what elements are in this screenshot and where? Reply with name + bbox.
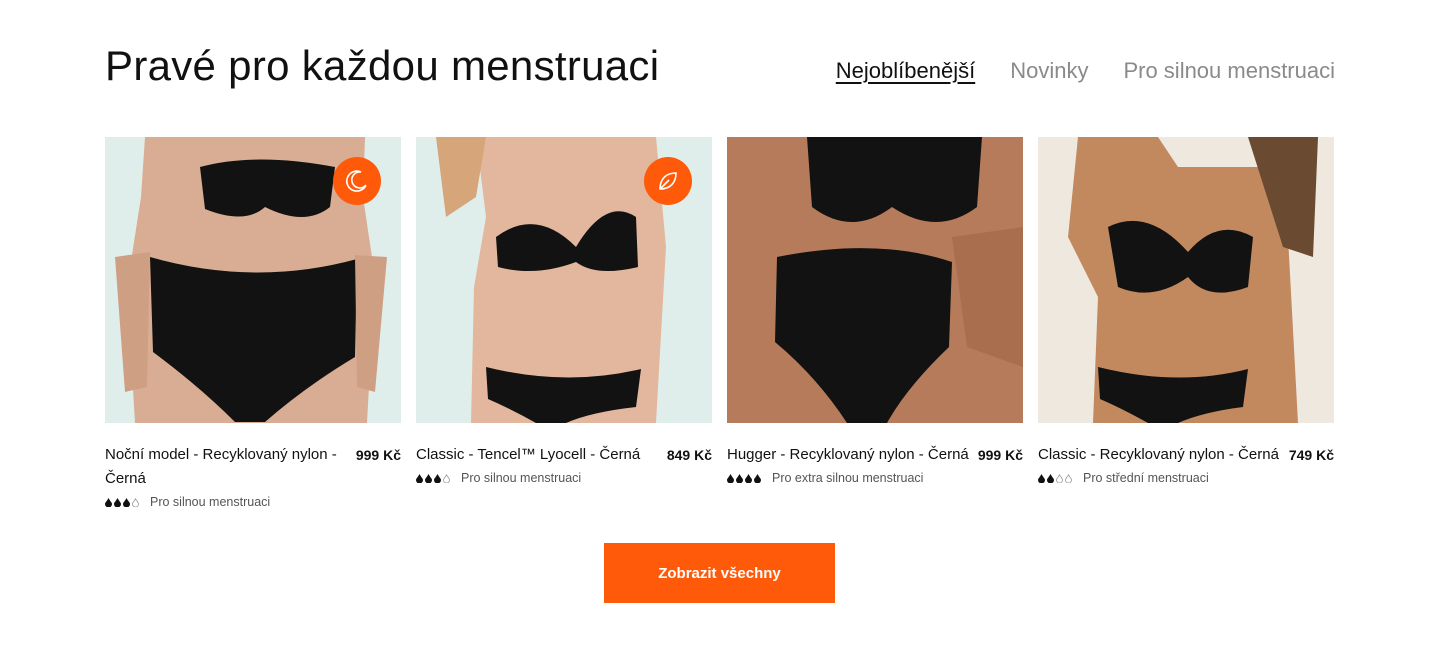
drop-empty-icon <box>132 497 139 507</box>
drop-filled-icon <box>123 497 130 507</box>
product-price: 999 Kč <box>977 447 1023 463</box>
drop-filled-icon <box>114 497 121 507</box>
drop-filled-icon <box>416 473 423 483</box>
product-card[interactable]: Classic - Recyklovaný nylon - Černá 749 … <box>1038 137 1334 509</box>
tab-novinky[interactable]: Novinky <box>1010 58 1088 84</box>
product-card[interactable]: Hugger - Recyklovaný nylon - Černá 999 K… <box>727 137 1023 509</box>
product-price: 849 Kč <box>666 447 712 463</box>
absorbency-drops <box>1038 473 1083 483</box>
absorbency-row: Pro extra silnou menstruaci <box>727 471 1023 485</box>
drop-filled-icon <box>736 473 743 483</box>
section-header: Pravé pro každou menstruaci Nejoblíbeněj… <box>105 40 1335 100</box>
product-grid: Noční model - Recyklovaný nylon - Černá … <box>105 137 1335 509</box>
leaf-icon <box>659 172 677 190</box>
absorbency-label: Pro silnou menstruaci <box>461 471 582 485</box>
product-price: 999 Kč <box>355 447 401 463</box>
absorbency-label: Pro střední menstruaci <box>1083 471 1209 485</box>
filter-tabs: Nejoblíbenější Novinky Pro silnou menstr… <box>836 58 1335 84</box>
product-image[interactable] <box>416 137 712 423</box>
tab-nejoblibenejsi[interactable]: Nejoblíbenější <box>836 58 975 84</box>
moon-icon <box>346 170 367 192</box>
product-name[interactable]: Noční model - Recyklovaný nylon - Černá <box>105 443 350 491</box>
product-price: 749 Kč <box>1288 447 1334 463</box>
absorbency-label: Pro silnou menstruaci <box>150 495 271 509</box>
absorbency-row: Pro silnou menstruaci <box>416 471 712 485</box>
section-title: Pravé pro každou menstruaci <box>105 42 660 89</box>
absorbency-drops <box>105 497 150 507</box>
absorbency-label: Pro extra silnou menstruaci <box>772 471 924 485</box>
drop-filled-icon <box>745 473 752 483</box>
night-badge <box>333 157 381 205</box>
absorbency-row: Pro silnou menstruaci <box>105 495 401 509</box>
product-name[interactable]: Classic - Tencel™ Lyocell - Černá <box>416 443 661 467</box>
absorbency-drops <box>416 473 461 483</box>
tab-pro-silnou-menstruaci[interactable]: Pro silnou menstruaci <box>1123 58 1335 84</box>
product-card[interactable]: Noční model - Recyklovaný nylon - Černá … <box>105 137 401 509</box>
drop-empty-icon <box>443 473 450 483</box>
eco-badge <box>644 157 692 205</box>
absorbency-drops <box>727 473 772 483</box>
product-card[interactable]: Classic - Tencel™ Lyocell - Černá 849 Kč… <box>416 137 712 509</box>
drop-filled-icon <box>727 473 734 483</box>
drop-filled-icon <box>425 473 432 483</box>
drop-empty-icon <box>1056 473 1063 483</box>
absorbency-row: Pro střední menstruaci <box>1038 471 1334 485</box>
product-image[interactable] <box>1038 137 1334 423</box>
product-photo-illustration <box>1038 137 1334 423</box>
drop-filled-icon <box>754 473 761 483</box>
product-photo-illustration <box>727 137 1023 423</box>
drop-filled-icon <box>105 497 112 507</box>
product-image[interactable] <box>727 137 1023 423</box>
product-name[interactable]: Hugger - Recyklovaný nylon - Černá <box>727 443 972 467</box>
show-all-button[interactable]: Zobrazit všechny <box>604 543 835 603</box>
drop-empty-icon <box>1065 473 1072 483</box>
drop-filled-icon <box>1047 473 1054 483</box>
drop-filled-icon <box>1038 473 1045 483</box>
product-image[interactable] <box>105 137 401 423</box>
drop-filled-icon <box>434 473 441 483</box>
product-name[interactable]: Classic - Recyklovaný nylon - Černá <box>1038 443 1283 467</box>
